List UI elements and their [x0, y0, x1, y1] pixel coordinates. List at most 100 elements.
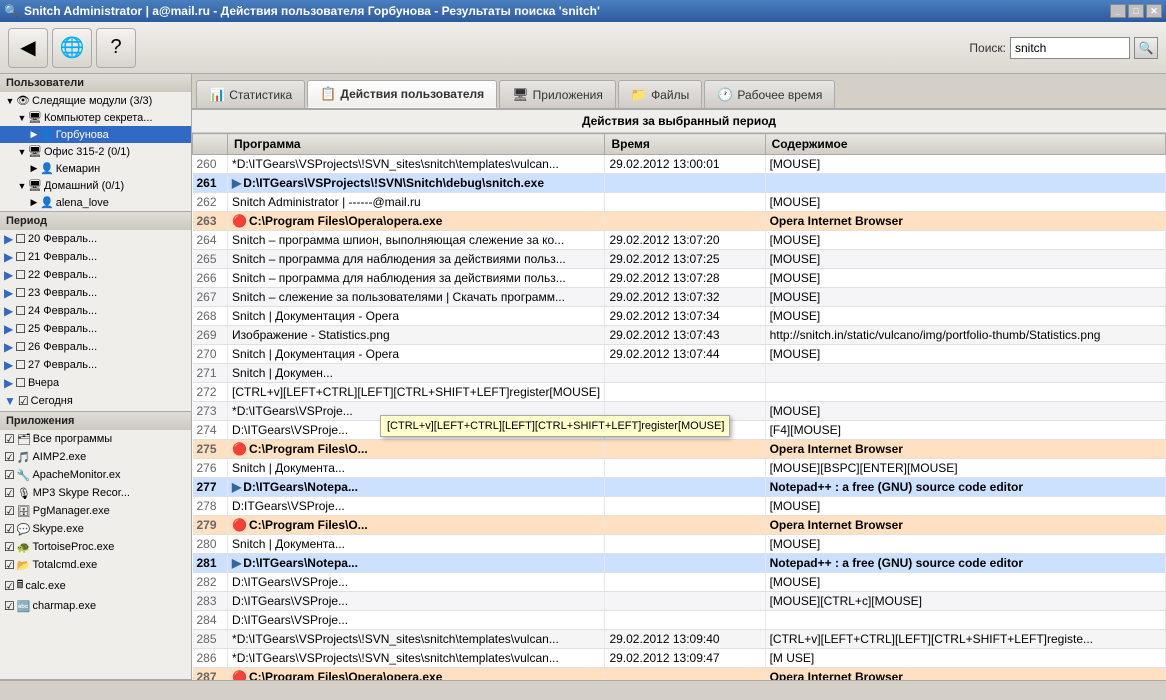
- app-item[interactable]: ☑🎙MP3 Skype Recor...: [0, 484, 191, 502]
- tree-item-офис-315-2-(0/1)[interactable]: ▼🖥Офис 315-2 (0/1): [0, 143, 191, 160]
- tab-stats[interactable]: 📊Статистика: [196, 80, 305, 108]
- row-num: 278: [193, 497, 228, 516]
- table-row[interactable]: 282 D:\ITGears\VSProje... [MOUSE]: [193, 573, 1166, 592]
- app-item[interactable]: ☑🐢TortoiseProc.exe: [0, 538, 191, 556]
- tree-item-alena_love[interactable]: ▶👤alena_love: [0, 194, 191, 211]
- section-title: Действия за выбранный период: [192, 110, 1166, 133]
- table-row[interactable]: 268 Snitch | Документация - Opera 29.02.…: [193, 307, 1166, 326]
- period-item[interactable]: ▶☐20 Февраль...: [0, 230, 191, 248]
- minimize-button[interactable]: _: [1110, 4, 1126, 18]
- row-content: [F4][MOUSE]: [765, 421, 1165, 440]
- period-item[interactable]: ▶☐27 Февраль...: [0, 356, 191, 374]
- row-num: 282: [193, 573, 228, 592]
- tree-item-компьютер-секрета...[interactable]: ▼🖥Компьютер секрета...: [0, 109, 191, 126]
- col-time: Время: [605, 134, 765, 155]
- search-button[interactable]: 🔍: [1134, 37, 1158, 59]
- table-row[interactable]: 277 ▶D:\ITGears\Notepa... Notepad++ : a …: [193, 478, 1166, 497]
- tab-actions[interactable]: 📋Действия пользователя: [307, 80, 497, 108]
- tree-item-следящие-модули-(3/3)[interactable]: ▼👁Следящие модули (3/3): [0, 92, 191, 109]
- table-row[interactable]: 260 *D:\ITGears\VSProjects\!SVN_sites\sn…: [193, 155, 1166, 174]
- row-time: [605, 459, 765, 478]
- app-item[interactable]: ☑🗂Все программы: [0, 430, 191, 448]
- row-content: Opera Internet Browser: [765, 440, 1165, 459]
- table-row[interactable]: 275 🔴C:\Program Files\O... Opera Interne…: [193, 440, 1166, 459]
- table-row[interactable]: 278 D:ITGears\VSProje... [MOUSE]: [193, 497, 1166, 516]
- home-button[interactable]: 🌐: [52, 28, 92, 68]
- row-num: 277: [193, 478, 228, 497]
- table-row[interactable]: 287 🔴C:\Program Files\Opera\opera.exe Op…: [193, 668, 1166, 681]
- period-item[interactable]: ▶☐21 Февраль...: [0, 248, 191, 266]
- table-row[interactable]: 269 Изображение - Statistics.png 29.02.2…: [193, 326, 1166, 345]
- row-content: [765, 364, 1165, 383]
- table-row[interactable]: 281 ▶D:\ITGears\Notepa... Notepad++ : a …: [193, 554, 1166, 573]
- table-row[interactable]: 267 Snitch – слежение за пользователями …: [193, 288, 1166, 307]
- row-content: [MOUSE]: [765, 573, 1165, 592]
- table-row[interactable]: 271 Snitch | Докумен...: [193, 364, 1166, 383]
- app-item[interactable]: ☑🔤charmap.exe: [0, 597, 191, 615]
- table-row[interactable]: 280 Snitch | Документа... [MOUSE]: [193, 535, 1166, 554]
- period-item[interactable]: ▶☐24 Февраль...: [0, 302, 191, 320]
- back-button[interactable]: ◀: [8, 28, 48, 68]
- row-num: 285: [193, 630, 228, 649]
- tooltip-popup: [CTRL+v][LEFT+CTRL][LEFT][CTRL+SHIFT+LEF…: [380, 415, 730, 437]
- row-prog: Изображение - Statistics.png: [228, 326, 605, 345]
- row-prog: Snitch | Документация - Opera: [228, 345, 605, 364]
- row-num: 286: [193, 649, 228, 668]
- search-input[interactable]: [1010, 37, 1130, 59]
- table-row[interactable]: 283 D:\ITGears\VSProje... [MOUSE][CTRL+c…: [193, 592, 1166, 611]
- table-row[interactable]: 266 Snitch – программа для наблюдения за…: [193, 269, 1166, 288]
- app-item[interactable]: ☑📂Totalcmd.exe: [0, 556, 191, 574]
- table-row[interactable]: 270 Snitch | Документация - Opera 29.02.…: [193, 345, 1166, 364]
- users-tree: ▼👁Следящие модули (3/3)▼🖥Компьютер секре…: [0, 92, 191, 211]
- table-container[interactable]: Действия за выбранный период Программа В…: [192, 110, 1166, 680]
- tree-item-домашний-(0/1)[interactable]: ▼🖥Домашний (0/1): [0, 177, 191, 194]
- table-row[interactable]: 285 *D:\ITGears\VSProjects\!SVN_sites\sn…: [193, 630, 1166, 649]
- row-time: [605, 573, 765, 592]
- tree-item-горбунова[interactable]: ▶👤Горбунова: [0, 126, 191, 143]
- table-row[interactable]: 284 D:\ITGears\VSProje...: [193, 611, 1166, 630]
- title-bar-text: Snitch Administrator | a@mail.ru - Дейст…: [24, 4, 1110, 18]
- table-row[interactable]: 261 ▶D:\ITGears\VSProjects\!SVN\Snitch\d…: [193, 174, 1166, 193]
- row-time: 29.02.2012 13:07:20: [605, 231, 765, 250]
- app-item[interactable]: ☑🗄PgManager.exe: [0, 502, 191, 520]
- tab-files[interactable]: 📁Файлы: [618, 80, 702, 108]
- row-content: [MOUSE]: [765, 345, 1165, 364]
- row-num: 275: [193, 440, 228, 459]
- table-row[interactable]: 272 [CTRL+v][LEFT+CTRL][LEFT][CTRL+SHIFT…: [193, 383, 1166, 402]
- row-num: 280: [193, 535, 228, 554]
- table-row[interactable]: 265 Snitch – программа для наблюдения за…: [193, 250, 1166, 269]
- row-prog: *D:\ITGears\VSProjects\!SVN_sites\snitch…: [228, 630, 605, 649]
- row-content: http://snitch.in/static/vulcano/img/port…: [765, 326, 1165, 345]
- row-num: 269: [193, 326, 228, 345]
- app-item[interactable]: ☑🔧ApacheMonitor.ex: [0, 466, 191, 484]
- title-bar-buttons: _ □ ✕: [1110, 4, 1162, 18]
- app-item[interactable]: ☑🎵AIMP2.exe: [0, 448, 191, 466]
- close-button[interactable]: ✕: [1146, 4, 1162, 18]
- row-num: 276: [193, 459, 228, 478]
- search-label: Поиск:: [969, 41, 1006, 55]
- app-item[interactable]: ☑🖩calc.exe: [0, 574, 191, 597]
- table-row[interactable]: 264 Snitch – программа шпион, выполняюща…: [193, 231, 1166, 250]
- row-time: [605, 193, 765, 212]
- table-row[interactable]: 286 *D:\ITGears\VSProjects\!SVN_sites\sn…: [193, 649, 1166, 668]
- period-item[interactable]: ▶☐26 Февраль...: [0, 338, 191, 356]
- row-time: [605, 383, 765, 402]
- table-row[interactable]: 279 🔴C:\Program Files\O... Opera Interne…: [193, 516, 1166, 535]
- tab-worktime[interactable]: 🕐Рабочее время: [704, 80, 835, 108]
- table-row[interactable]: 263 🔴C:\Program Files\Opera\opera.exe Op…: [193, 212, 1166, 231]
- row-prog: 🔴C:\Program Files\Opera\opera.exe: [228, 668, 605, 681]
- period-item[interactable]: ▶☐23 Февраль...: [0, 284, 191, 302]
- app-item[interactable]: ☑💬Skype.exe: [0, 520, 191, 538]
- tree-item-кемарин[interactable]: ▶👤Кемарин: [0, 160, 191, 177]
- row-time: [605, 535, 765, 554]
- maximize-button[interactable]: □: [1128, 4, 1144, 18]
- table-row[interactable]: 262 Snitch Administrator | ------@mail.r…: [193, 193, 1166, 212]
- period-item[interactable]: ▶☐22 Февраль...: [0, 266, 191, 284]
- period-item[interactable]: ▶☐Вчера: [0, 374, 191, 392]
- help-button[interactable]: ?: [96, 28, 136, 68]
- table-row[interactable]: 276 Snitch | Документа... [MOUSE][BSPC][…: [193, 459, 1166, 478]
- period-item[interactable]: ▶☐25 Февраль...: [0, 320, 191, 338]
- row-content: [MOUSE]: [765, 231, 1165, 250]
- period-item[interactable]: ▼☑Сегодня: [0, 392, 191, 410]
- tab-apps[interactable]: 🖥Приложения: [499, 80, 616, 108]
